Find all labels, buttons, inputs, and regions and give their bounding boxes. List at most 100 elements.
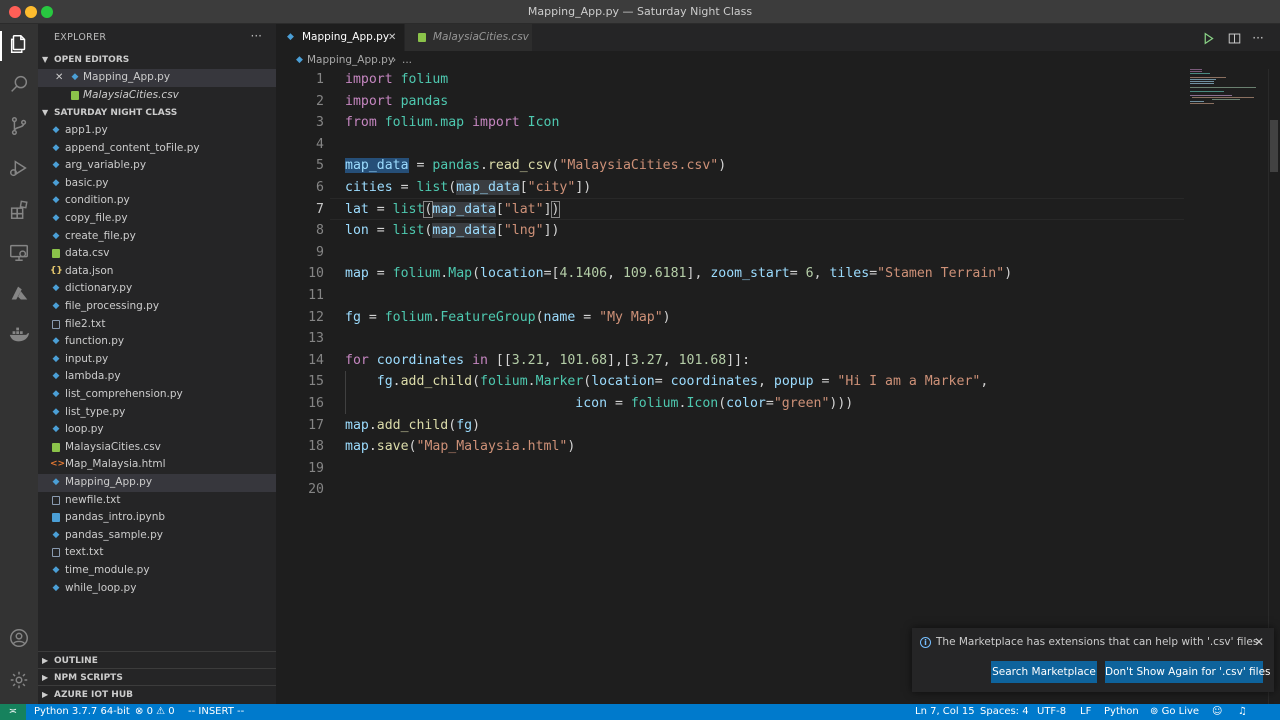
python-file-icon: ◆ xyxy=(52,406,60,417)
file-tree-item[interactable]: <> Map_Malaysia.html xyxy=(38,456,276,474)
code-line: fg = folium.FeatureGroup(name = "My Map"… xyxy=(345,309,671,325)
file-tree-item[interactable]: ◆ pandas_sample.py xyxy=(38,527,276,545)
encoding[interactable]: UTF-8 xyxy=(1037,704,1066,720)
close-icon[interactable]: ✕ xyxy=(1254,635,1264,649)
chevron-right-icon: ▶ xyxy=(42,690,49,699)
file-tree-item[interactable]: ◆ loop.py xyxy=(38,421,276,439)
python-file-icon: ◆ xyxy=(52,195,60,206)
python-file-icon: ◆ xyxy=(52,301,60,311)
file-name: time_module.py xyxy=(65,564,150,576)
file-tree-item[interactable]: MalaysiaCities.csv xyxy=(38,439,276,457)
docker-icon[interactable] xyxy=(7,322,31,346)
code-line: lon = list(map_data["lng"]) xyxy=(345,223,560,239)
cursor-position[interactable]: Ln 7, Col 15 xyxy=(915,704,975,720)
extensions-icon[interactable] xyxy=(7,198,31,222)
file-tree-item[interactable]: ◆ arg_variable.py xyxy=(38,157,276,175)
close-icon[interactable]: ✕ xyxy=(388,24,396,51)
search-icon[interactable] xyxy=(7,72,31,96)
file-tree-item[interactable]: ◆ condition.py xyxy=(38,192,276,210)
file-tree-item[interactable]: {} data.json xyxy=(38,263,276,281)
breadcrumb-symbols[interactable]: ... xyxy=(402,51,412,69)
code-editor[interactable]: 1 2 3 4 5 6 7 8 9 10 11 12 13 14 15 16 17 18 19 20 import f… xyxy=(276,69,1280,704)
folder-header[interactable]: ▼ SATURDAY NIGHT CLASS xyxy=(38,104,276,122)
broadcast-icon: ⊚ xyxy=(1150,706,1159,717)
code-line: lat = list(map_data["lat"]) xyxy=(345,200,561,218)
line-number: 10 xyxy=(308,266,324,282)
json-file-icon: {} xyxy=(50,265,63,276)
end-of-line[interactable]: LF xyxy=(1080,704,1091,720)
file-tree-item[interactable]: ◆ dictionary.py xyxy=(38,280,276,298)
file-name: data.json xyxy=(65,264,114,277)
problems-indicator[interactable]: ⊗ 0 ⚠ 0 xyxy=(135,704,175,720)
minimap[interactable] xyxy=(1188,69,1268,109)
python-interpreter[interactable]: Python 3.7.7 64-bit xyxy=(34,704,130,720)
npm-scripts-section-header[interactable]: ▶ NPM SCRIPTS xyxy=(38,668,276,686)
split-editor-icon[interactable] xyxy=(1226,30,1242,46)
file-tree-item[interactable]: ◆ while_loop.py xyxy=(38,580,276,598)
file-tree-item[interactable]: file2.txt xyxy=(38,316,276,334)
file-name: newfile.txt xyxy=(65,493,121,506)
file-tree-item[interactable]: ◆ file_processing.py xyxy=(38,298,276,316)
manage-gear-icon[interactable] xyxy=(7,668,31,692)
indentation[interactable]: Spaces: 4 xyxy=(980,704,1029,720)
azure-iot-hub-section-header[interactable]: ▶ AZURE IOT HUB xyxy=(38,685,276,703)
warning-icon: ⚠ xyxy=(156,706,166,717)
file-name: list_comprehension.py xyxy=(65,388,183,400)
code-line: for coordinates in [[3.21, 101.68],[3.27… xyxy=(345,352,751,368)
file-tree-item[interactable]: ◆ Mapping_App.py xyxy=(38,474,276,492)
file-tree-item[interactable]: ◆ lambda.py xyxy=(38,368,276,386)
file-tree-item[interactable]: pandas_intro.ipynb xyxy=(38,509,276,527)
file-tree-item[interactable]: text.txt xyxy=(38,544,276,562)
azure-icon[interactable] xyxy=(7,282,31,306)
more-actions-icon[interactable]: ··· xyxy=(251,29,262,43)
file-tree-item[interactable]: ◆ append_content_toFile.py xyxy=(38,140,276,158)
file-name: while_loop.py xyxy=(65,581,137,594)
file-tree-item[interactable]: data.csv xyxy=(38,245,276,263)
breadcrumb-file[interactable]: Mapping_App.py xyxy=(307,51,394,69)
line-number: 20 xyxy=(308,482,324,498)
python-file-icon: ◆ xyxy=(296,55,303,65)
file-tree-item[interactable]: ◆ list_type.py xyxy=(38,404,276,422)
line-number: 3 xyxy=(316,115,324,131)
account-icon[interactable] xyxy=(7,626,31,650)
line-number: 9 xyxy=(316,244,324,260)
file-tree-item[interactable]: ◆ basic.py xyxy=(38,175,276,193)
more-actions-icon[interactable]: ··· xyxy=(1250,30,1266,46)
file-tree-item[interactable]: ◆ copy_file.py xyxy=(38,210,276,228)
file-tree-item[interactable]: ◆ function.py xyxy=(38,333,276,351)
feedback-icon[interactable]: ☺ xyxy=(1212,704,1222,720)
file-tree-item[interactable]: newfile.txt xyxy=(38,492,276,510)
run-file-icon[interactable] xyxy=(1200,30,1216,46)
open-editors-header[interactable]: ▼ OPEN EDITORS xyxy=(38,51,276,69)
code-line: fg.add_child(folium.Marker(location= coo… xyxy=(376,374,989,390)
close-icon[interactable]: ✕ xyxy=(55,69,63,87)
outline-section-header[interactable]: ▶ OUTLINE xyxy=(38,651,276,669)
dont-show-again-button[interactable]: Don't Show Again for '.csv' files xyxy=(1105,661,1271,683)
remote-explorer-icon[interactable] xyxy=(7,240,31,264)
file-tree-item[interactable]: ◆ app1.py xyxy=(38,122,276,140)
open-editor-item[interactable]: MalaysiaCities.csv xyxy=(38,87,276,105)
file-tree-item[interactable]: ◆ time_module.py xyxy=(38,562,276,580)
python-file-icon: ◆ xyxy=(52,371,60,382)
file-name: lambda.py xyxy=(65,370,121,383)
open-editor-item[interactable]: ✕ ◆ Mapping_App.py xyxy=(38,69,276,87)
search-marketplace-button[interactable]: Search Marketplace xyxy=(991,661,1097,683)
tab-mapping-app[interactable]: ◆ Mapping_App.py ✕ xyxy=(276,24,404,51)
files-icon[interactable] xyxy=(7,32,31,56)
file-name: Map_Malaysia.html xyxy=(65,458,166,471)
file-tree-item[interactable]: ◆ create_file.py xyxy=(38,228,276,246)
go-live-button[interactable]: ⊚ Go Live xyxy=(1150,704,1199,720)
run-debug-icon[interactable] xyxy=(7,156,31,180)
tab-malaysia-cities[interactable]: MalaysiaCities.csv xyxy=(405,24,532,51)
source-control-icon[interactable] xyxy=(7,114,31,138)
line-number: 13 xyxy=(308,331,324,347)
language-mode[interactable]: Python xyxy=(1104,704,1139,720)
file-tree-item[interactable]: ◆ input.py xyxy=(38,351,276,369)
file-tree-item[interactable]: ◆ list_comprehension.py xyxy=(38,386,276,404)
file-name: file2.txt xyxy=(65,317,106,330)
notifications-bell-icon[interactable]: ♫ xyxy=(1238,704,1247,720)
notification-message: The Marketplace has extensions that can … xyxy=(936,636,1259,648)
line-number: 17 xyxy=(308,417,324,433)
scrollbar-thumb[interactable] xyxy=(1270,120,1278,172)
remote-indicator-icon[interactable]: ≍ xyxy=(0,704,26,720)
